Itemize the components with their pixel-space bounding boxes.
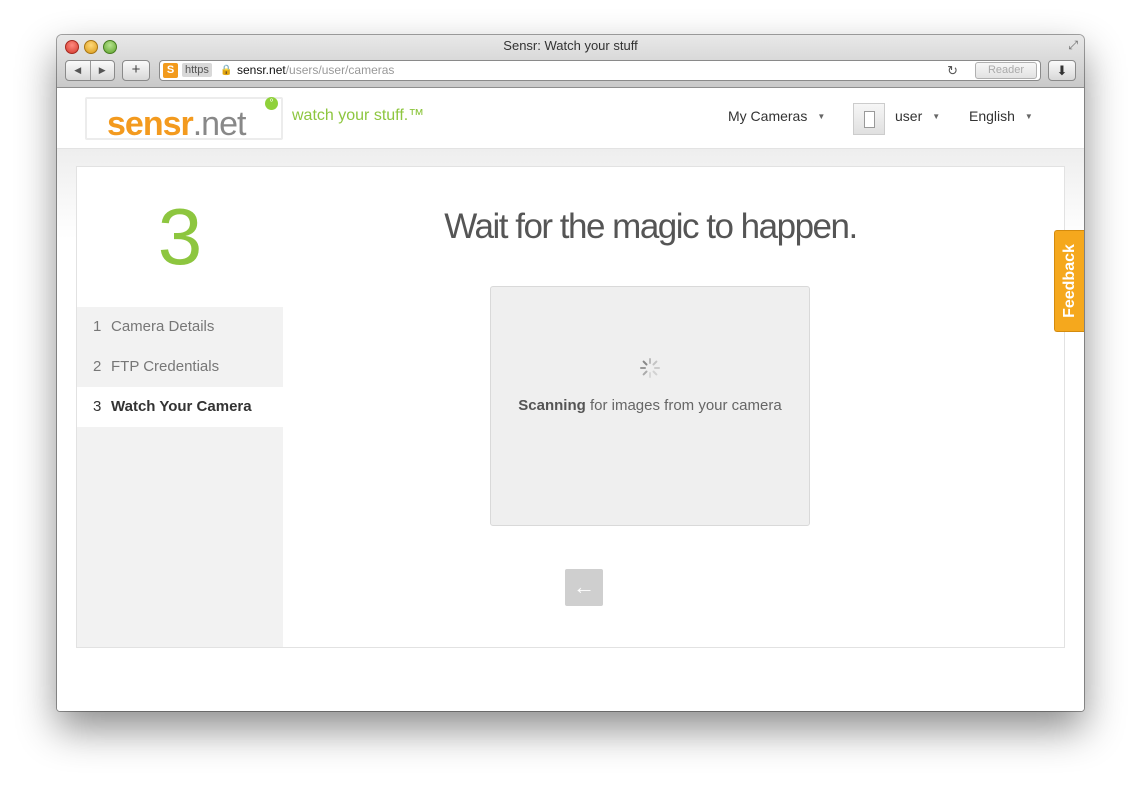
setup-panel: 3 1 Camera Details 2 FTP Credentials 3 Watc…	[76, 166, 1065, 648]
chevron-down-icon: ▼	[932, 112, 941, 121]
back-button[interactable]: ←	[565, 569, 603, 606]
current-step-number: 3	[157, 192, 203, 281]
my-cameras-menu[interactable]: My Cameras ▼	[728, 108, 825, 124]
language-menu[interactable]: English ▼	[969, 108, 1033, 124]
back-forward-buttons: ◀ ▶	[65, 60, 115, 81]
address-bar[interactable]: S https 🔒 sensr.net/users/user/cameras ↻…	[159, 60, 1041, 81]
site-favicon-icon: S	[163, 63, 178, 78]
logo-text: sensr.net	[107, 102, 247, 146]
step-ftp-credentials[interactable]: 2 FTP Credentials	[77, 347, 283, 387]
page-title: Wait for the magic to happen.	[444, 207, 858, 246]
logo[interactable]: sensr.net °	[85, 97, 283, 143]
avatar[interactable]	[853, 103, 885, 135]
chevron-down-icon: ▼	[817, 112, 826, 121]
url-domain: sensr.net	[237, 63, 286, 77]
logo-suffix: .net	[192, 105, 247, 143]
reader-button[interactable]: Reader	[975, 62, 1037, 79]
reload-icon[interactable]: ↻	[947, 61, 958, 80]
scanning-status: Scanning for images from your camera	[491, 397, 809, 414]
steps-sidebar: 3 1 Camera Details 2 FTP Credentials 3 Watc…	[77, 167, 283, 647]
page-content: sensr.net ° watch your stuff.™ My Camera…	[57, 88, 1084, 711]
steps-list: 1 Camera Details 2 FTP Credentials 3 Watch …	[77, 307, 283, 647]
url-text: sensr.net/users/user/cameras	[237, 61, 394, 80]
feedback-label: Feedback	[1061, 244, 1078, 318]
language-label: English	[969, 108, 1015, 124]
logo-main: sensr	[107, 105, 194, 143]
arrow-left-icon: ←	[573, 574, 595, 599]
feedback-tab[interactable]: Feedback	[1054, 230, 1084, 332]
step-camera-details[interactable]: 1 Camera Details	[77, 307, 283, 347]
my-cameras-label: My Cameras	[728, 108, 808, 124]
https-badge: https	[182, 63, 212, 77]
tagline: watch your stuff.™	[292, 107, 425, 124]
user-label: user	[895, 108, 923, 124]
back-arrow-icon[interactable]: ◀	[66, 61, 91, 80]
lock-icon: 🔒	[220, 65, 233, 76]
user-menu[interactable]: user ▼	[895, 108, 940, 124]
site-body: 3 1 Camera Details 2 FTP Credentials 3 Watc…	[57, 149, 1084, 711]
scanning-bold: Scanning	[518, 397, 586, 414]
spinner-icon	[640, 358, 660, 378]
chevron-down-icon: ▼	[1024, 112, 1033, 121]
downloads-button[interactable]: ⬇	[1048, 60, 1076, 81]
scanning-rest: for images from your camera	[585, 397, 782, 414]
fullscreen-icon[interactable]: ⤢	[1068, 38, 1078, 53]
site-header: sensr.net ° watch your stuff.™ My Camera…	[57, 88, 1084, 149]
window-title: Sensr: Watch your stuff	[503, 38, 638, 53]
main-content: Wait for the magic to happen. Scanning f…	[283, 167, 1064, 647]
scanning-box: Scanning for images from your camera	[490, 286, 810, 526]
logo-dot-icon: °	[265, 97, 278, 110]
browser-window: Sensr: Watch your stuff ⤢ ◀ ▶ + S https …	[57, 35, 1084, 711]
url-path: /users/user/cameras	[285, 63, 395, 77]
browser-toolbar: Sensr: Watch your stuff ⤢ ◀ ▶ + S https …	[57, 35, 1084, 88]
step-watch-your-camera[interactable]: 3 Watch Your Camera	[77, 387, 283, 427]
forward-arrow-icon[interactable]: ▶	[91, 61, 115, 80]
camera-icon	[864, 111, 875, 128]
new-tab-button[interactable]: +	[122, 60, 150, 81]
